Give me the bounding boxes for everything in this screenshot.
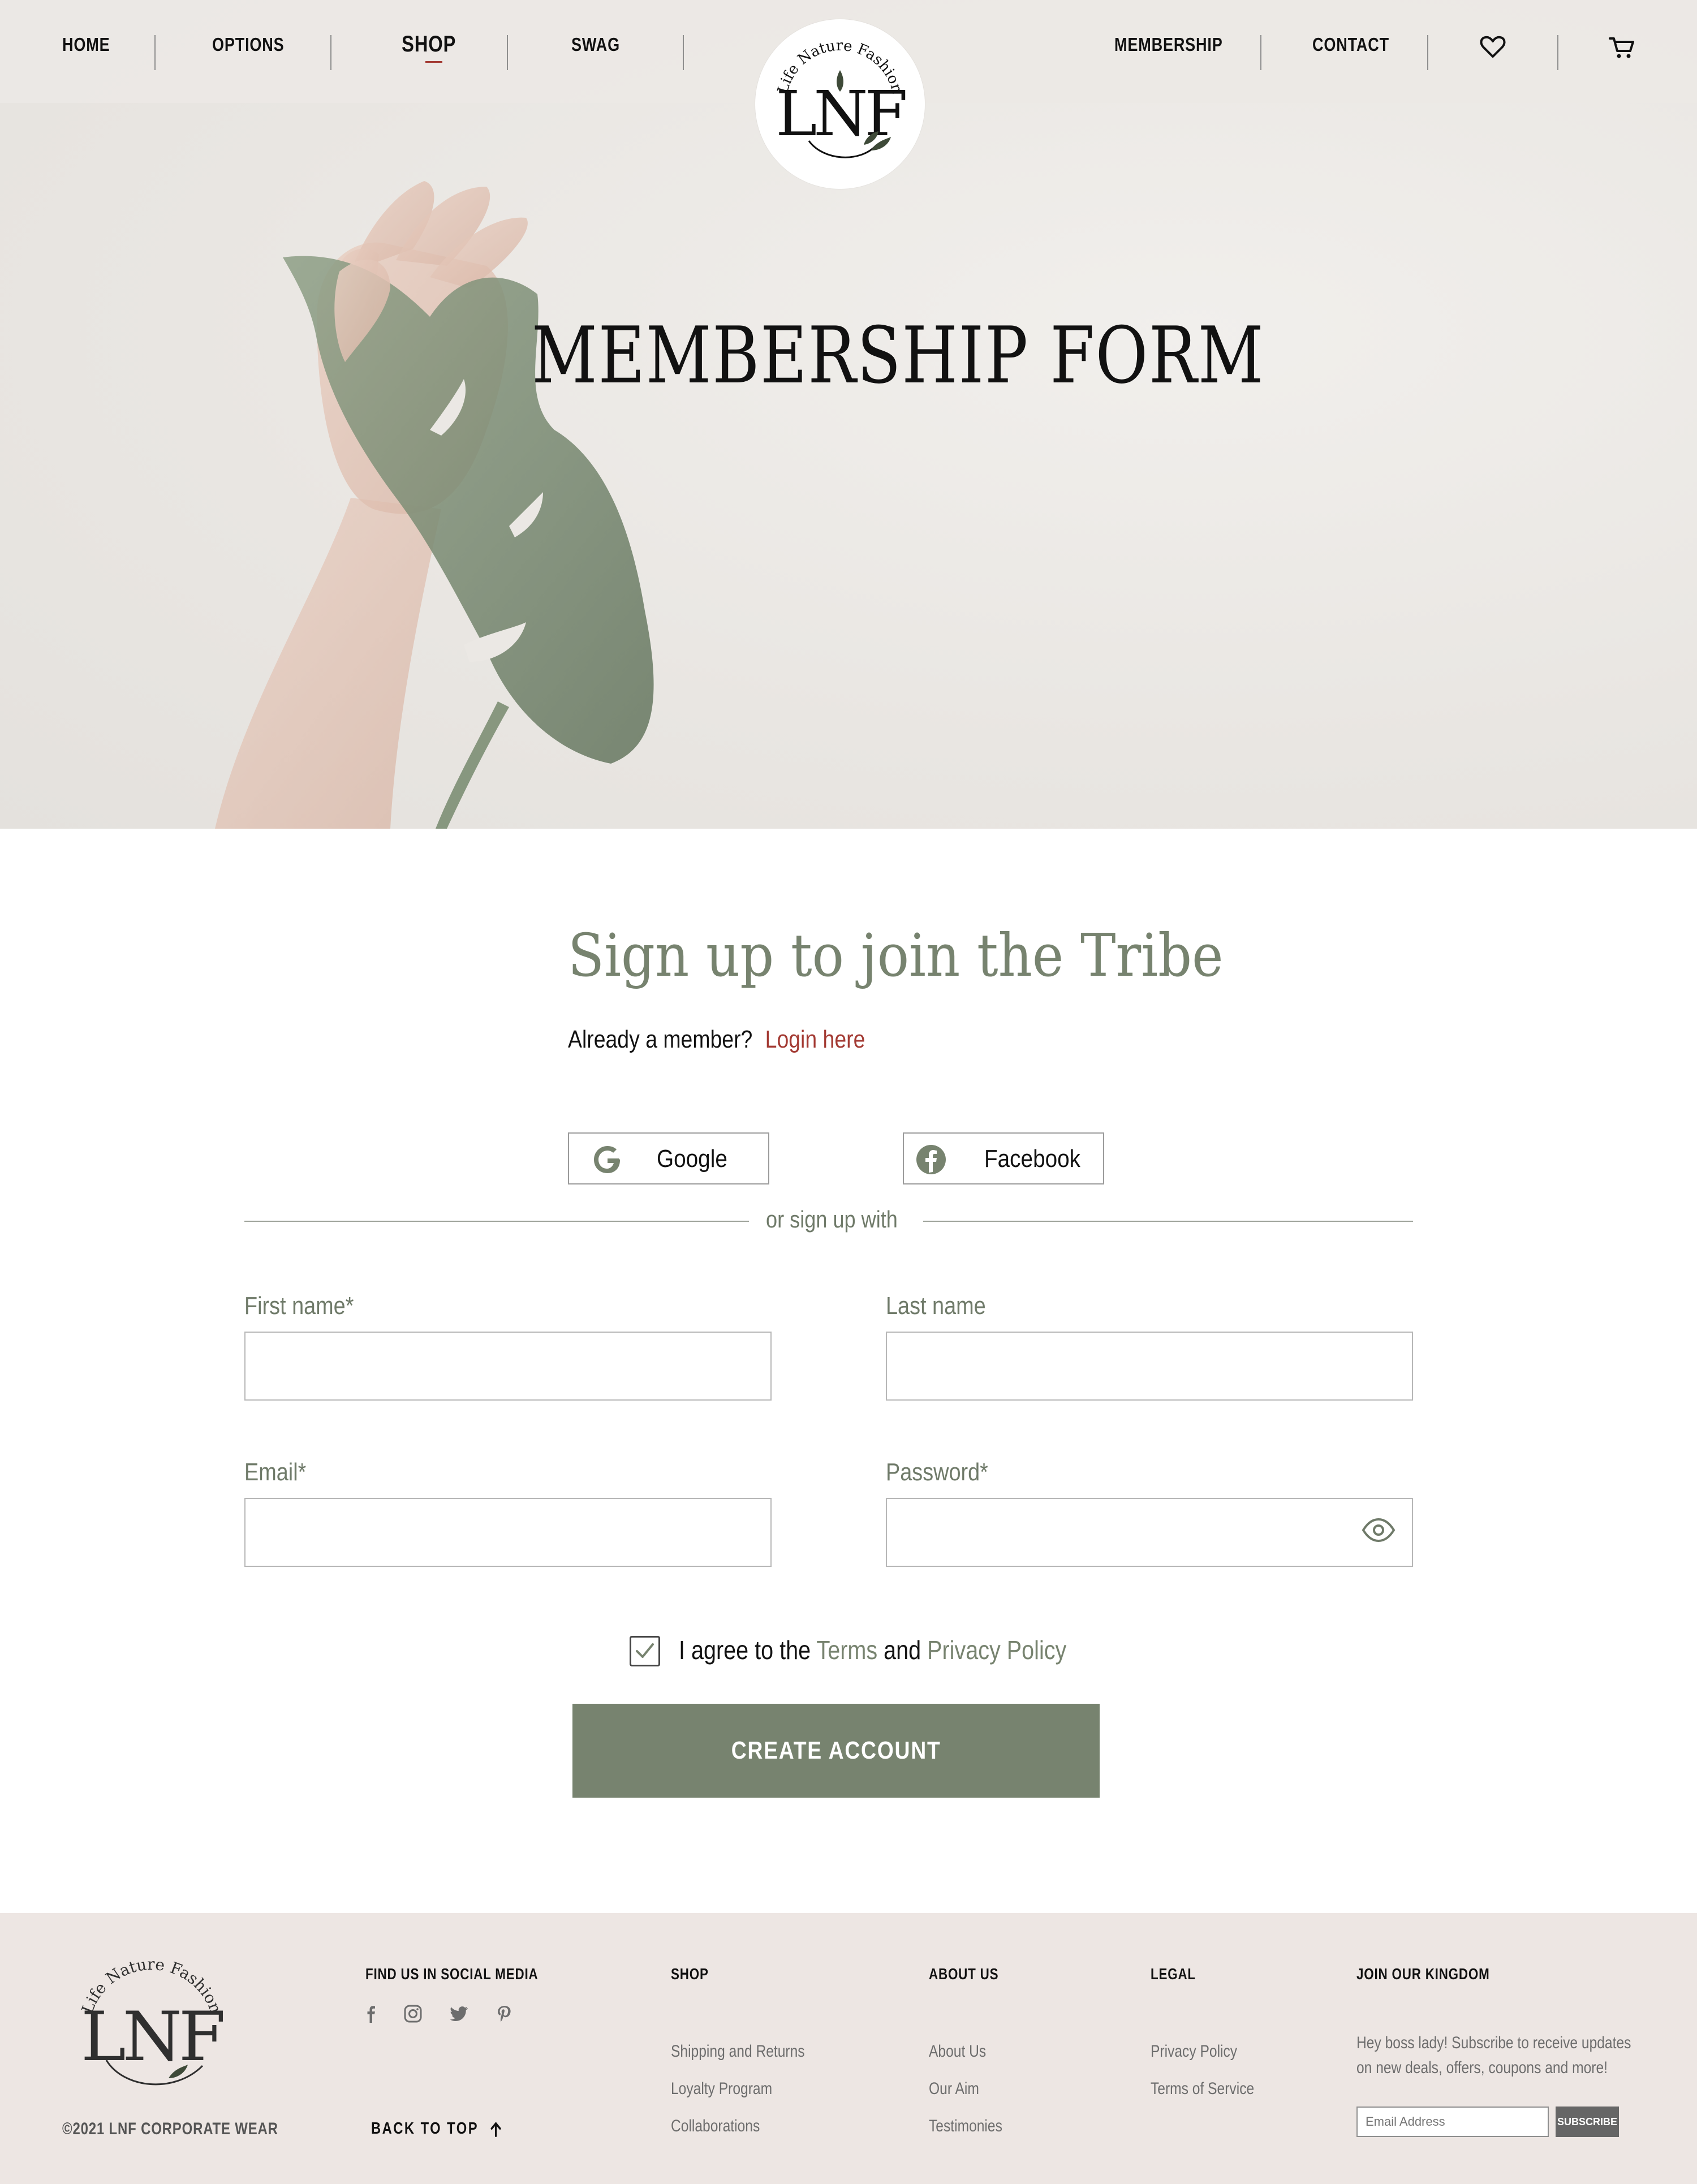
nav-divider — [154, 35, 156, 70]
nav-options[interactable]: OPTIONS — [212, 34, 285, 55]
agree-text: I agree to the Terms and Privacy Policy — [679, 1635, 1066, 1665]
agree-checkbox[interactable] — [630, 1636, 660, 1666]
password-label: Password* — [886, 1458, 988, 1486]
footer-link-about[interactable]: About Us — [929, 2042, 986, 2061]
facebook-icon[interactable] — [361, 2004, 381, 2024]
login-link[interactable]: Login here — [765, 1026, 865, 1053]
form-heading: Sign up to join the Tribe — [568, 921, 1224, 990]
nav-shop[interactable]: SHOP — [402, 32, 456, 57]
footer-about-heading: ABOUT US — [929, 1965, 999, 1983]
nav-divider — [1557, 35, 1558, 70]
active-nav-indicator — [425, 61, 442, 63]
top-navigation: HOME OPTIONS SHOP SWAG MEMBERSHIP CONTAC… — [0, 0, 1697, 189]
subscribe-button[interactable]: SUBSCRIBE — [1556, 2107, 1619, 2137]
nav-divider — [683, 35, 684, 70]
twitter-icon[interactable] — [449, 2004, 470, 2024]
nav-contact[interactable]: CONTACT — [1312, 34, 1389, 55]
nav-divider — [1260, 35, 1261, 70]
first-name-label: First name* — [244, 1292, 354, 1320]
footer-copyright: ©2021 LNF CORPORATE WEAR — [62, 2120, 278, 2138]
footer-lnf-logo[interactable]: Life Nature Fashion LNF — [67, 1947, 236, 2094]
footer-link-collaborations[interactable]: Collaborations — [671, 2117, 760, 2136]
terms-link[interactable]: Terms — [816, 1635, 877, 1665]
footer-legal-heading: LEGAL — [1151, 1965, 1196, 1983]
newsletter-email-input[interactable] — [1356, 2107, 1549, 2137]
create-account-label: CREATE ACCOUNT — [731, 1737, 941, 1764]
nav-membership[interactable]: MEMBERSHIP — [1114, 34, 1223, 55]
pinterest-icon[interactable] — [494, 2004, 515, 2024]
facebook-icon — [916, 1145, 946, 1174]
hero-title: MEMBERSHIP FORM — [532, 310, 1265, 401]
privacy-policy-link[interactable]: Privacy Policy — [927, 1635, 1066, 1665]
nav-home[interactable]: HOME — [62, 34, 110, 55]
agree-prefix: I agree to the — [679, 1635, 811, 1665]
footer-link-aim[interactable]: Our Aim — [929, 2079, 979, 2099]
footer-newsletter-heading: JOIN OUR KINGDOM — [1356, 1965, 1490, 1983]
first-name-input[interactable] — [244, 1332, 772, 1401]
already-member-label: Already a member? — [568, 1026, 753, 1053]
footer-link-loyalty[interactable]: Loyalty Program — [671, 2079, 772, 2099]
newsletter-text-line1: Hey boss lady! Subscribe to receive upda… — [1356, 2034, 1631, 2052]
newsletter-text-line2: on new deals, offers, coupons and more! — [1356, 2058, 1608, 2077]
agree-and: and — [884, 1635, 921, 1665]
facebook-label: Facebook — [984, 1145, 1081, 1173]
arrow-up-icon — [490, 2122, 501, 2138]
password-input[interactable] — [886, 1498, 1413, 1567]
footer-link-privacy[interactable]: Privacy Policy — [1151, 2042, 1237, 2061]
divider-text: or sign up with — [766, 1206, 898, 1233]
checkmark-icon — [636, 1643, 654, 1658]
last-name-input[interactable] — [886, 1332, 1413, 1401]
footer-shop-heading: SHOP — [671, 1965, 709, 1983]
lnf-logo-mark: Life Nature Fashion LNF — [774, 37, 908, 158]
heart-icon[interactable] — [1479, 33, 1507, 61]
google-icon — [594, 1146, 620, 1173]
footer-link-terms[interactable]: Terms of Service — [1151, 2079, 1254, 2099]
lnf-logo[interactable]: Life Nature Fashion LNF — [755, 19, 925, 189]
footer-social-heading: FIND US IN SOCIAL MEDIA — [365, 1965, 539, 1983]
site-footer: Life Nature Fashion LNF ©2021 LNF CORPOR… — [0, 1913, 1697, 2184]
back-to-top-label: BACK TO TOP — [371, 2120, 479, 2138]
email-label: Email* — [244, 1458, 307, 1486]
google-label: Google — [657, 1145, 727, 1173]
email-input[interactable] — [244, 1498, 772, 1567]
facebook-signup-button[interactable]: Facebook — [903, 1132, 1104, 1184]
footer-logo-monogram: LNF — [81, 1998, 223, 2077]
instagram-icon[interactable] — [403, 2004, 423, 2024]
back-to-top-link[interactable]: BACK TO TOP — [371, 2120, 502, 2138]
nav-swag[interactable]: SWAG — [571, 34, 620, 55]
divider-right — [923, 1221, 1413, 1222]
create-account-button[interactable]: CREATE ACCOUNT — [572, 1704, 1100, 1798]
footer-link-testimonies[interactable]: Testimonies — [929, 2117, 1002, 2136]
divider-left — [244, 1221, 749, 1222]
nav-divider — [330, 35, 331, 70]
nav-divider — [1427, 35, 1428, 70]
eye-icon[interactable] — [1361, 1516, 1396, 1544]
last-name-label: Last name — [886, 1292, 986, 1320]
google-signup-button[interactable]: Google — [568, 1132, 769, 1184]
already-member-text: Already a member? Login here — [568, 1026, 865, 1054]
nav-divider — [507, 35, 508, 70]
cart-icon[interactable] — [1608, 33, 1636, 61]
footer-link-shipping[interactable]: Shipping and Returns — [671, 2042, 805, 2061]
